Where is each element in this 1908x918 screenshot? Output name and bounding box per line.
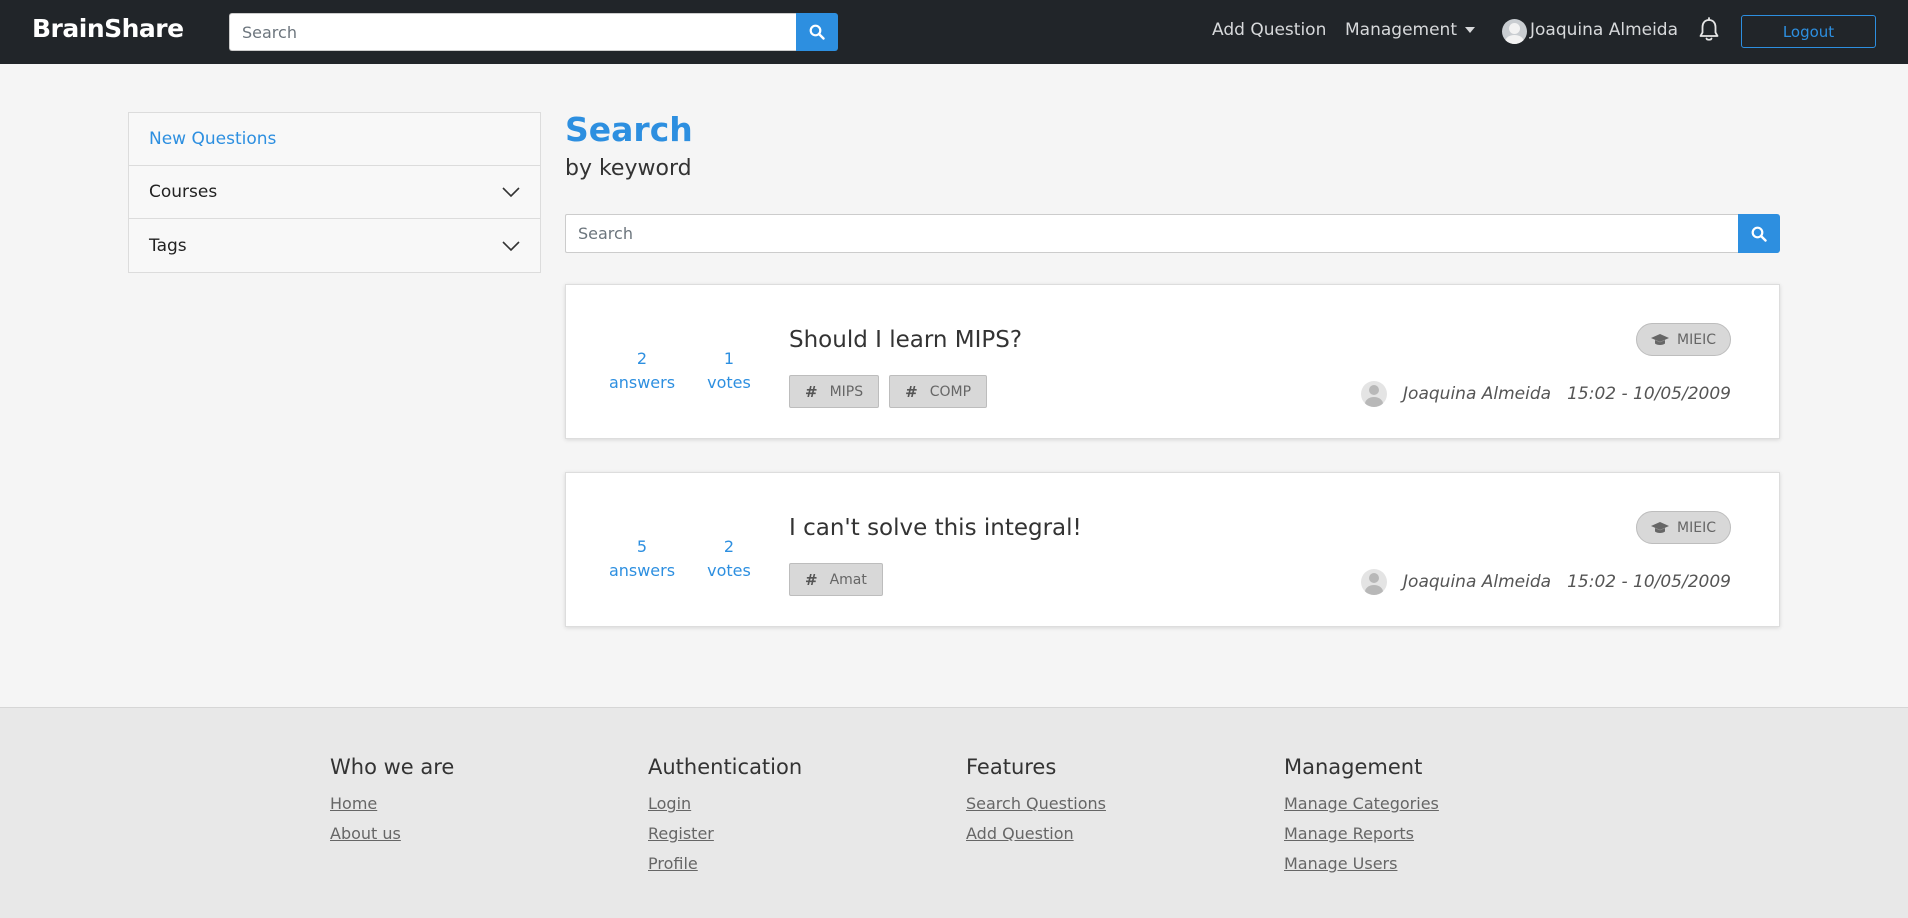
navbar-search	[229, 13, 838, 51]
course-badge[interactable]: MIEIC	[1636, 511, 1731, 544]
votes-label: votes	[707, 373, 751, 392]
main-search-button[interactable]	[1738, 214, 1780, 253]
votes-number: 2	[723, 537, 735, 556]
course-badge[interactable]: MIEIC	[1636, 323, 1731, 356]
answers-label: answers	[608, 561, 676, 580]
footer-heading: Features	[966, 755, 1057, 779]
graduation-cap-icon	[1651, 333, 1670, 345]
caret-down-icon	[1465, 27, 1475, 33]
footer-column-authentication: Authentication Login Register Profile	[648, 755, 802, 883]
answers-number: 2	[636, 349, 648, 368]
graduation-cap-icon	[1651, 521, 1670, 533]
votes-count: 2 votes	[684, 535, 774, 583]
nav-management-label: Management	[1345, 20, 1457, 40]
course-label: MIEIC	[1677, 519, 1716, 536]
question-meta: Joaquina Almeida 15:02 - 10/05/2009	[1361, 381, 1731, 407]
sidebar-item-tags[interactable]: Tags	[129, 219, 540, 272]
footer-heading: Authentication	[648, 755, 803, 779]
tag-label: COMP	[929, 383, 972, 400]
question-date: 15:02 - 10/05/2009	[1567, 384, 1731, 404]
question-title[interactable]: I can't solve this integral!	[789, 515, 1082, 541]
tag-list: # Amat	[789, 563, 883, 596]
bell-icon[interactable]	[1697, 17, 1721, 43]
question-title[interactable]: Should I learn MIPS?	[789, 327, 1022, 353]
nav-management-dropdown[interactable]: Management	[1345, 20, 1475, 40]
search-icon	[1751, 226, 1767, 242]
footer-link-about-us[interactable]: About us	[330, 823, 454, 845]
hash-icon: #	[805, 382, 818, 401]
course-label: MIEIC	[1677, 331, 1716, 348]
question-card[interactable]: 2 answers 1 votes Should I learn MIPS? #…	[565, 284, 1780, 439]
votes-number: 1	[723, 349, 735, 368]
tag-list: # MIPS # COMP	[789, 375, 988, 408]
sidebar-item-label: New Questions	[149, 129, 277, 149]
footer-link-manage-users[interactable]: Manage Users	[1284, 853, 1439, 875]
footer-link-profile[interactable]: Profile	[648, 853, 802, 875]
hash-icon: #	[805, 570, 818, 589]
footer-link-add-question[interactable]: Add Question	[966, 823, 1106, 845]
footer-link-login[interactable]: Login	[648, 793, 802, 815]
footer-link-manage-categories[interactable]: Manage Categories	[1284, 793, 1439, 815]
votes-count: 1 votes	[684, 347, 774, 395]
footer-link-register[interactable]: Register	[648, 823, 802, 845]
tag-badge[interactable]: # Amat	[789, 563, 883, 596]
navbar: BrainShare Add Question Management Joaqu…	[0, 0, 1908, 64]
author-avatar	[1361, 569, 1388, 595]
footer: Who we are Home About us Authentication …	[0, 707, 1908, 918]
search-icon	[809, 24, 825, 40]
sidebar-item-courses[interactable]: Courses	[129, 166, 540, 219]
sidebar-item-label: Tags	[149, 235, 187, 256]
footer-link-manage-reports[interactable]: Manage Reports	[1284, 823, 1439, 845]
navbar-search-input[interactable]	[229, 13, 796, 51]
footer-column-who-we-are: Who we are Home About us	[330, 755, 454, 853]
navbar-search-button[interactable]	[796, 13, 838, 51]
sidebar: New Questions Courses Tags	[128, 112, 541, 273]
main-search	[565, 214, 1780, 253]
main-search-input[interactable]	[565, 214, 1738, 253]
nav-add-question[interactable]: Add Question	[1212, 20, 1326, 40]
question-card[interactable]: 5 answers 2 votes I can't solve this int…	[565, 472, 1780, 627]
tag-label: MIPS	[829, 383, 864, 400]
answers-number: 5	[636, 537, 648, 556]
question-meta: Joaquina Almeida 15:02 - 10/05/2009	[1361, 569, 1731, 595]
chevron-down-icon	[502, 187, 520, 198]
answers-label: answers	[608, 373, 676, 392]
author-name[interactable]: Joaquina Almeida	[1403, 572, 1551, 592]
footer-heading: Who we are	[330, 755, 455, 779]
question-date: 15:02 - 10/05/2009	[1567, 572, 1731, 592]
footer-column-management: Management Manage Categories Manage Repo…	[1284, 755, 1439, 883]
answers-count: 5 answers	[597, 535, 687, 583]
author-avatar	[1361, 381, 1388, 407]
footer-column-features: Features Search Questions Add Question	[966, 755, 1106, 853]
logout-button[interactable]: Logout	[1741, 15, 1876, 48]
tag-label: Amat	[829, 571, 867, 588]
sidebar-item-new-questions[interactable]: New Questions	[129, 113, 540, 166]
chevron-down-icon	[502, 240, 520, 251]
tag-badge[interactable]: # COMP	[889, 375, 988, 408]
footer-link-search-questions[interactable]: Search Questions	[966, 793, 1106, 815]
answers-count: 2 answers	[597, 347, 687, 395]
page-subtitle: by keyword	[565, 156, 692, 181]
footer-heading: Management	[1284, 755, 1423, 779]
hash-icon: #	[905, 382, 918, 401]
sidebar-item-label: Courses	[149, 182, 218, 202]
user-avatar[interactable]	[1502, 19, 1527, 44]
nav-user-name[interactable]: Joaquina Almeida	[1530, 20, 1678, 40]
votes-label: votes	[707, 561, 751, 580]
tag-badge[interactable]: # MIPS	[789, 375, 880, 408]
page-title: Search	[565, 110, 693, 149]
brand-logo[interactable]: BrainShare	[32, 14, 184, 43]
footer-link-home[interactable]: Home	[330, 793, 454, 815]
author-name[interactable]: Joaquina Almeida	[1403, 384, 1551, 404]
